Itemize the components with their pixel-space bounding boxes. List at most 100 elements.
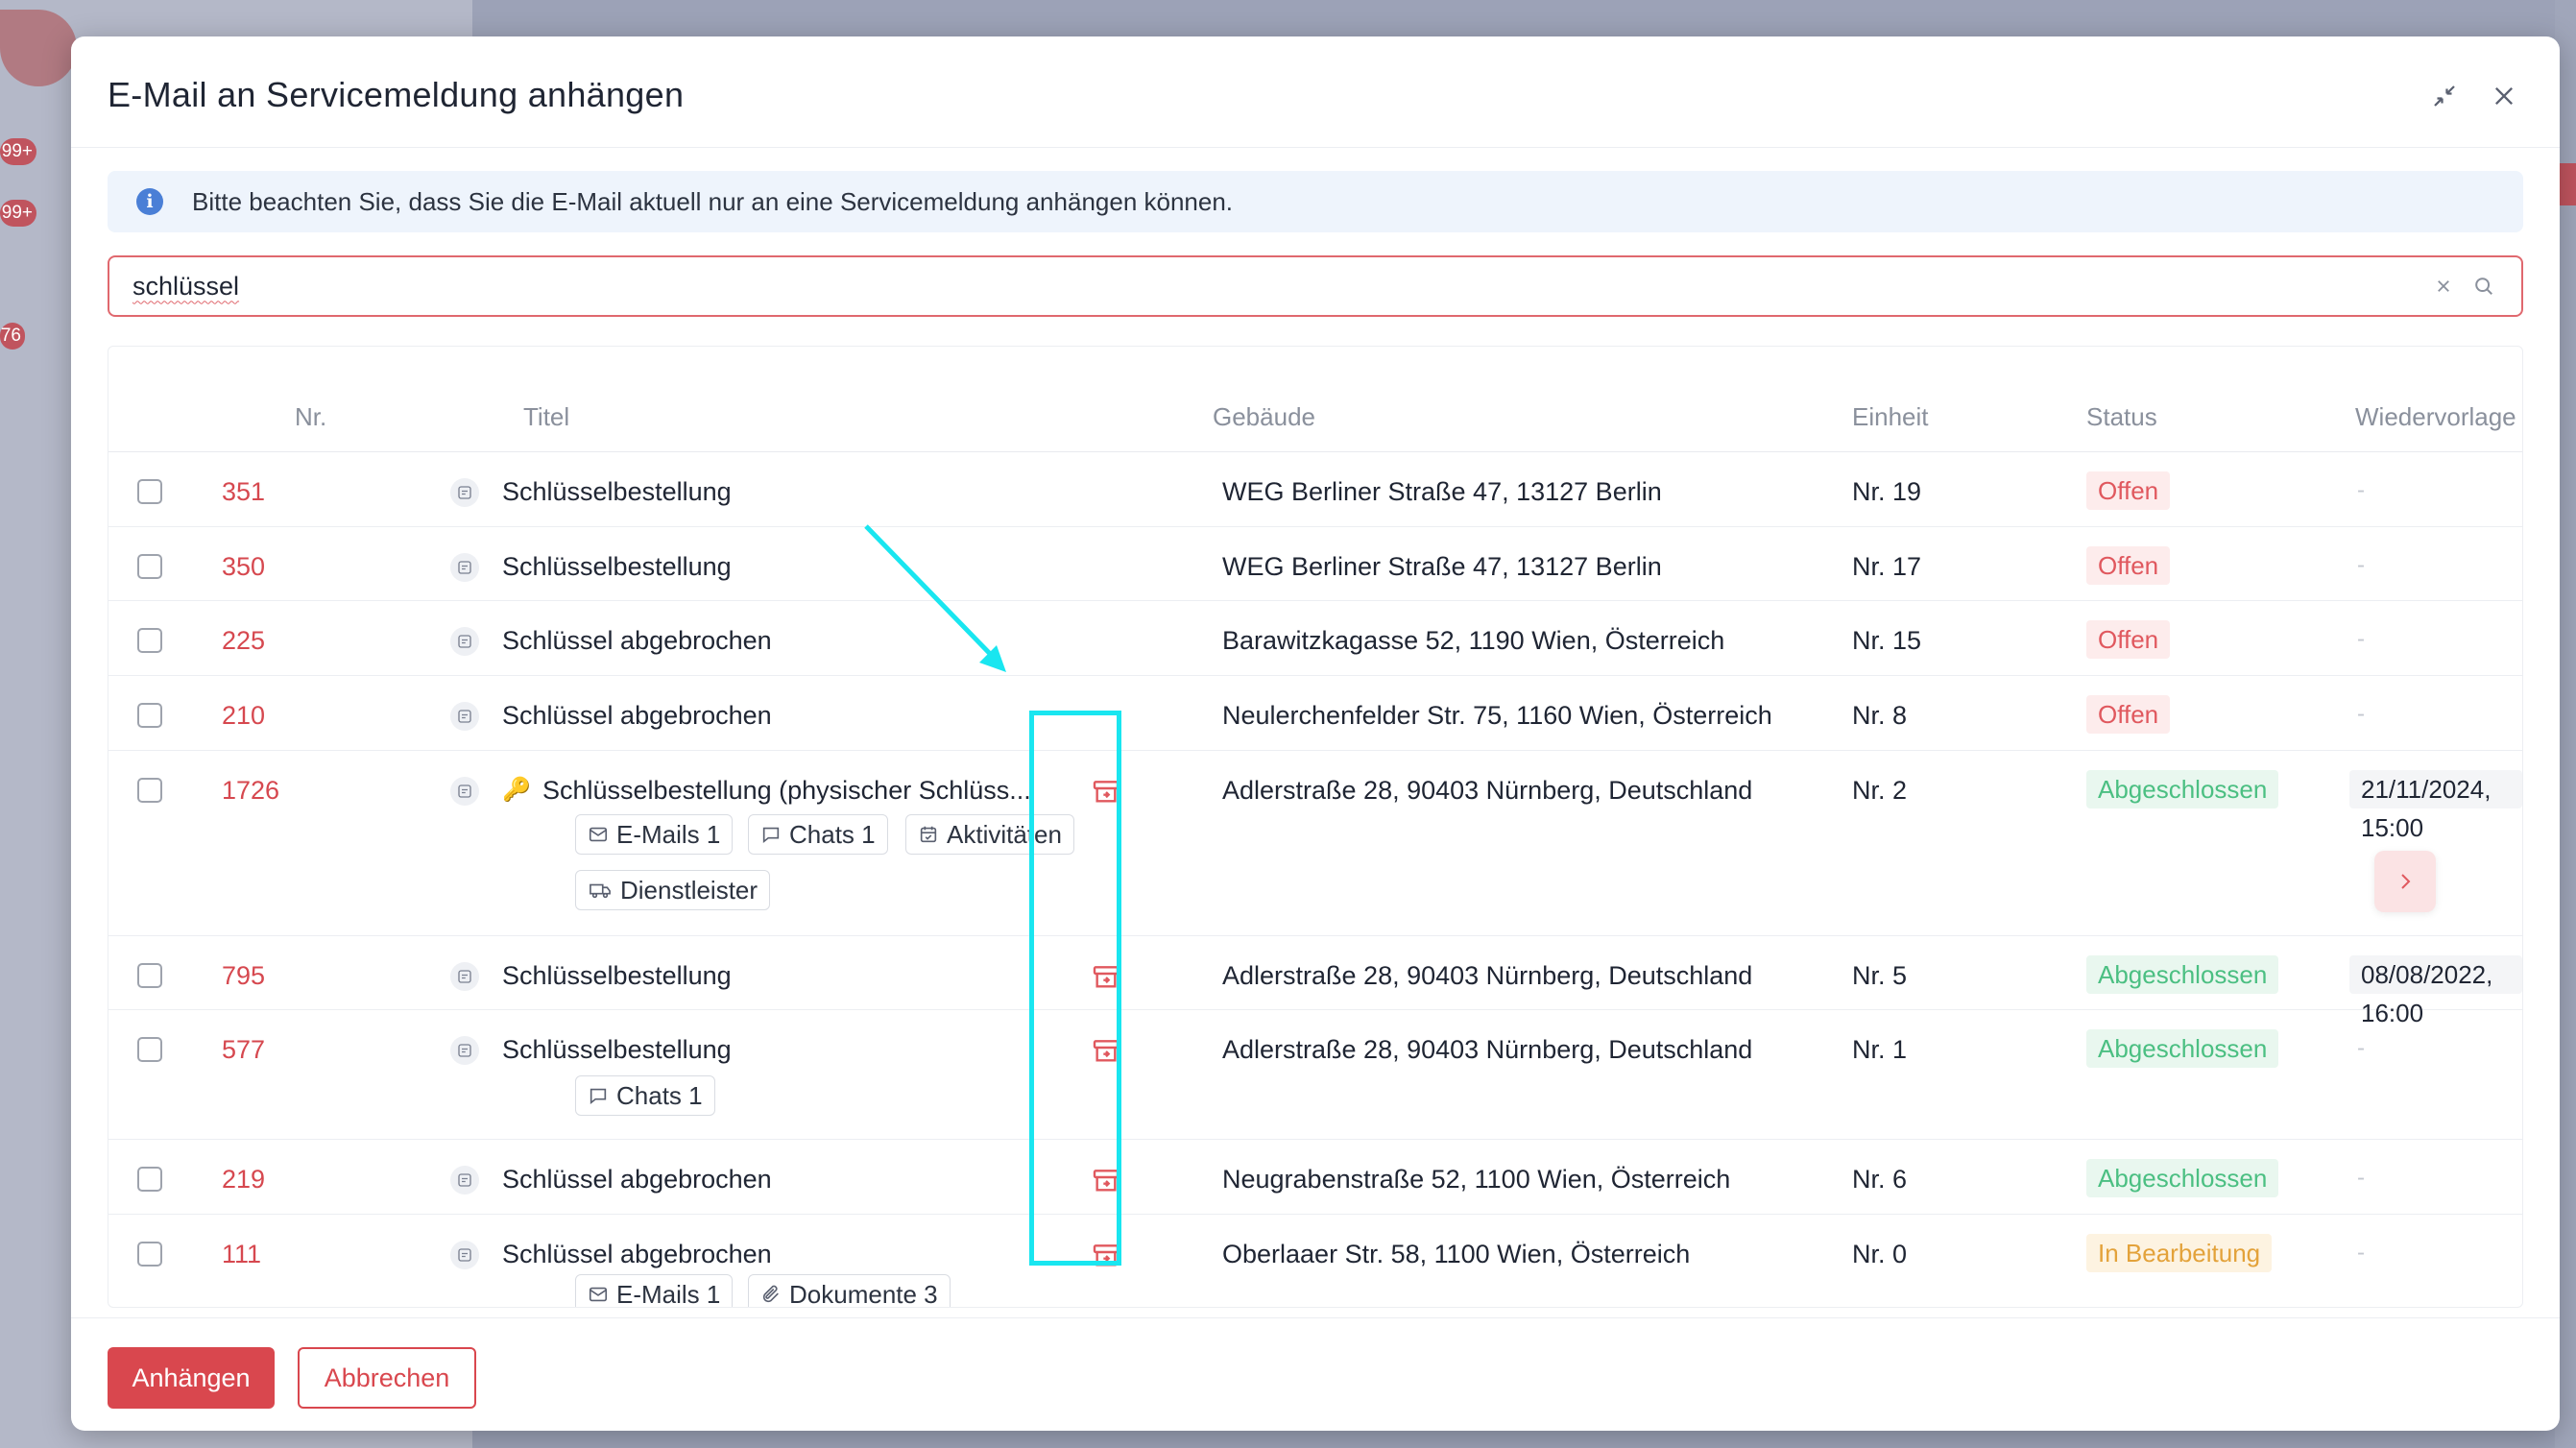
mail-icon [589,827,608,842]
row-gebaeude: Adlerstraße 28, 90403 Nürnberg, Deutschl… [1222,1035,1753,1064]
status-badge: Abgeschlossen [2086,1159,2279,1197]
status-badge: Abgeschlossen [2086,770,2279,808]
status-badge: Offen [2086,620,2171,659]
archive-button[interactable] [1090,1165,1122,1197]
table-row[interactable]: 350 Schlüsselbestellung WEG Berliner Str… [108,527,2522,601]
row-checkbox[interactable] [137,1037,162,1062]
row-nr[interactable]: 577 [222,1035,265,1065]
row-title[interactable]: Schlüsselbestellung [502,552,732,582]
row-gebaeude: Oberlaaer Str. 58, 1100 Wien, Österreich [1222,1240,1691,1268]
row-einheit: Nr. 17 [1852,552,1922,581]
chip-dienstleister[interactable]: Dienstleister [575,870,771,910]
row-title[interactable]: Schlüssel abgebrochen [502,1240,772,1269]
row-checkbox[interactable] [137,1242,162,1267]
row-nr[interactable]: 350 [222,552,265,582]
row-nr[interactable]: 219 [222,1165,265,1195]
cancel-button[interactable]: Abbrechen [298,1347,476,1409]
row-nr[interactable]: 1726 [222,776,279,806]
row-nr[interactable]: 351 [222,477,265,507]
column-header-status[interactable]: Status [2086,402,2157,432]
ticket-icon [450,1036,479,1065]
row-title[interactable]: Schlüsselbestellung [502,1035,732,1065]
chevron-right-icon [2401,874,2411,889]
clear-search-button[interactable] [2429,272,2458,301]
status-badge: In Bearbeitung [2086,1234,2273,1272]
status-badge: Offen [2086,546,2171,585]
minimize-icon [2434,85,2455,107]
table-row[interactable]: 795 Schlüsselbestellung Adlerstraße 28, … [108,936,2522,1027]
chip-label: Chats 1 [789,819,876,849]
row-checkbox[interactable] [137,703,162,728]
chip-label: E-Mails 1 [616,1279,721,1308]
table-row[interactable]: 225 Schlüssel abgebrochen Barawitzkagass… [108,601,2522,676]
chip-aktivitaeten[interactable]: Aktivitäten [905,814,1074,855]
table-row[interactable]: 351 Schlüsselbestellung WEG Berliner Str… [108,452,2522,527]
archive-button[interactable] [1090,961,1122,994]
row-title[interactable]: Schlüsselbestellung [502,961,732,991]
row-checkbox[interactable] [137,778,162,803]
status-badge: Abgeschlossen [2086,955,2279,994]
search-button[interactable] [2469,272,2498,301]
table-row[interactable]: 577 Schlüsselbestellung Adlerstraße 28, … [108,1010,2522,1140]
row-checkbox[interactable] [137,479,162,504]
table-row[interactable]: 111 Schlüssel abgebrochen Oberlaaer Str.… [108,1215,2522,1308]
row-nr[interactable]: 225 [222,626,265,656]
ticket-icon [450,962,479,991]
ticket-icon [450,627,479,656]
table-row[interactable]: 210 Schlüssel abgebrochen Neulerchenfeld… [108,676,2522,751]
row-checkbox[interactable] [137,963,162,988]
row-nr[interactable]: 111 [222,1240,261,1269]
chip-chats[interactable]: Chats 1 [575,1075,715,1116]
next-button[interactable] [2374,851,2436,912]
row-checkbox[interactable] [137,628,162,653]
row-wiedervorlage: - [2357,477,2365,503]
chip-emails[interactable]: E-Mails 1 [575,1274,734,1308]
archive-button[interactable] [1090,1240,1122,1272]
row-checkbox[interactable] [137,1167,162,1192]
chip-label: Aktivitäten [947,819,1062,849]
column-header-wiedervorlage[interactable]: Wiedervorlage [2355,402,2516,432]
minimize-button[interactable] [2427,79,2462,113]
row-nr[interactable]: 795 [222,961,265,991]
row-einheit: Nr. 2 [1852,776,1908,805]
row-title[interactable]: Schlüsselbestellung (physischer Schlüss.… [542,776,1032,806]
key-icon: 🔑 [502,777,531,803]
ticket-icon [450,702,479,731]
chip-chats[interactable]: Chats 1 [748,814,888,855]
attach-email-dialog: E-Mail an Servicemeldung anhängen i Bitt… [71,36,2560,1431]
close-button[interactable] [2487,79,2521,113]
chip-dokumente[interactable]: Dokumente 3 [748,1274,951,1307]
search-input[interactable]: schlüssel [108,255,2523,317]
row-einheit: Nr. 6 [1852,1165,1908,1194]
status-badge: Abgeschlossen [2086,1029,2279,1068]
table-row[interactable]: 219 Schlüssel abgebrochen Neugrabenstraß… [108,1140,2522,1215]
archive-button[interactable] [1090,776,1122,808]
column-header-titel[interactable]: Titel [523,402,569,432]
row-nr[interactable]: 210 [222,701,265,731]
column-header-nr[interactable]: Nr. [295,402,326,432]
status-badge: Offen [2086,471,2171,510]
chip-label: E-Mails 1 [616,819,721,849]
row-wiedervorlage: - [2357,1035,2365,1061]
row-einheit: Nr. 0 [1852,1240,1908,1268]
ticket-icon [450,1166,479,1195]
row-gebaeude: Barawitzkagasse 52, 1190 Wien, Österreic… [1222,626,1725,655]
row-checkbox[interactable] [137,554,162,579]
row-title[interactable]: Schlüssel abgebrochen [502,701,772,731]
ticket-icon [450,1241,479,1269]
row-einheit: Nr. 19 [1852,477,1922,506]
dialog-footer: Anhängen Abbrechen [71,1317,2560,1431]
chip-emails[interactable]: E-Mails 1 [575,814,734,855]
column-header-einheit[interactable]: Einheit [1852,402,1929,432]
table-row[interactable]: 1726 🔑 Schlüsselbestellung (physischer S… [108,751,2522,936]
table-header: Nr. Titel Gebäude Einheit Status Wiederv… [108,347,2522,452]
row-title[interactable]: Schlüssel abgebrochen [502,626,772,656]
service-reports-table: Nr. Titel Gebäude Einheit Status Wiederv… [108,346,2523,1308]
archive-icon [1093,1170,1119,1192]
row-title[interactable]: Schlüssel abgebrochen [502,1165,772,1195]
ticket-icon [450,777,479,806]
attach-button[interactable]: Anhängen [108,1347,275,1409]
row-title[interactable]: Schlüsselbestellung [502,477,732,507]
archive-button[interactable] [1090,1035,1122,1068]
column-header-gebaeude[interactable]: Gebäude [1213,402,1315,432]
